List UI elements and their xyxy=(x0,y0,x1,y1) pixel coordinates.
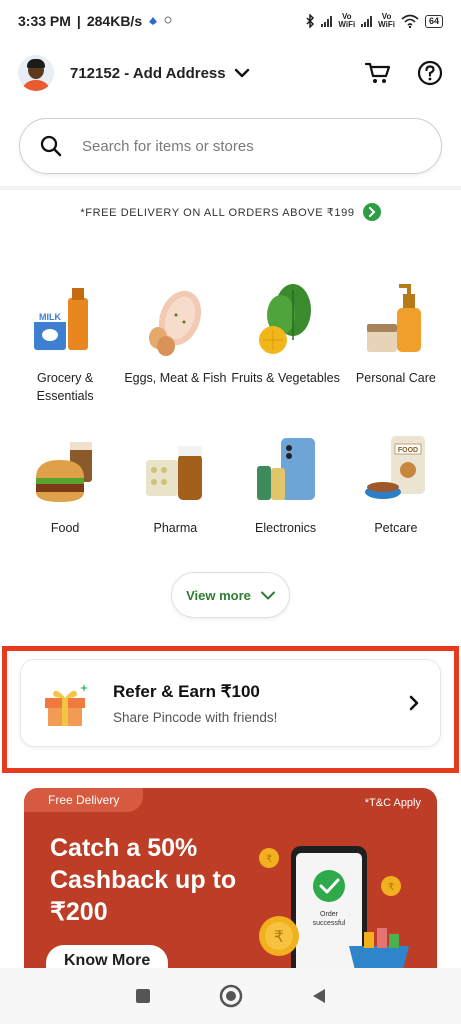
category-electronics[interactable]: Electronics xyxy=(231,425,341,559)
category-label: Grocery & Essentials xyxy=(36,371,94,403)
address-selector[interactable]: 712152 - Add Address xyxy=(70,65,250,82)
personal-care-image xyxy=(354,275,438,365)
status-speed: 284KB/s xyxy=(86,13,143,29)
svg-text:FOOD: FOOD xyxy=(398,447,418,454)
category-pharma[interactable]: Pharma xyxy=(120,425,230,559)
avatar[interactable] xyxy=(18,55,54,91)
category-label: Electronics xyxy=(255,521,317,535)
svg-text:₹: ₹ xyxy=(274,929,284,946)
svg-text:successful: successful xyxy=(313,920,346,927)
grocery-image: MILK xyxy=(23,275,107,365)
divider xyxy=(0,186,461,190)
terms-label: *T&C Apply xyxy=(364,797,421,809)
search-input[interactable] xyxy=(82,137,382,155)
search-bar[interactable] xyxy=(19,118,442,174)
category-grid: MILK Grocery & Essentials Eggs, Meat & F… xyxy=(10,275,451,559)
petcare-image: FOOD xyxy=(354,425,438,515)
notification-icon xyxy=(149,17,158,25)
category-label: Food xyxy=(50,521,80,535)
category-personal-care[interactable]: Personal Care xyxy=(341,275,451,409)
svg-text:₹: ₹ xyxy=(388,882,394,893)
vegetables-image xyxy=(244,275,328,365)
category-food[interactable]: Food xyxy=(10,425,120,559)
refer-earn-card[interactable]: Refer & Earn ₹100 Share Pincode with fri… xyxy=(20,659,441,747)
header: 712152 - Add Address xyxy=(0,48,461,98)
refer-subtitle: Share Pincode with friends! xyxy=(113,709,278,725)
electronics-image xyxy=(244,425,328,515)
pharma-image xyxy=(133,425,217,515)
promo-text: *FREE DELIVERY ON ALL ORDERS ABOVE ₹199 xyxy=(80,206,355,219)
chevron-down-icon xyxy=(234,68,249,78)
free-delivery-promo[interactable]: *FREE DELIVERY ON ALL ORDERS ABOVE ₹199 xyxy=(0,203,461,221)
search-icon xyxy=(40,135,62,157)
home-icon[interactable] xyxy=(219,984,243,1008)
free-delivery-tag: Free Delivery xyxy=(24,788,144,812)
category-label: Eggs, Meat & Fish xyxy=(124,371,227,385)
meat-image xyxy=(133,275,217,365)
category-petcare[interactable]: FOOD Petcare xyxy=(341,425,451,559)
volte-label-2: Vo WiFi xyxy=(378,12,395,29)
food-image xyxy=(23,425,107,515)
category-label: Personal Care xyxy=(355,371,436,385)
arrow-right-icon xyxy=(362,203,381,221)
category-label: Petcare xyxy=(374,521,418,535)
bluetooth-icon xyxy=(306,14,315,28)
address-label: 712152 - Add Address xyxy=(70,64,226,82)
help-icon[interactable] xyxy=(417,60,443,86)
view-more-button[interactable]: View more xyxy=(171,572,290,618)
battery-icon: 64 xyxy=(424,14,443,28)
svg-text:₹: ₹ xyxy=(266,854,272,865)
chevron-right-icon xyxy=(409,695,419,711)
back-icon[interactable] xyxy=(310,987,328,1005)
category-eggs-meat-fish[interactable]: Eggs, Meat & Fish xyxy=(120,275,230,409)
cart-icon[interactable] xyxy=(365,61,391,85)
category-label: Pharma xyxy=(153,521,198,535)
category-grocery[interactable]: MILK Grocery & Essentials xyxy=(10,275,120,409)
chevron-down-icon xyxy=(260,591,275,599)
recent-apps-icon[interactable] xyxy=(134,987,152,1005)
category-label: Fruits & Vegetables xyxy=(231,371,340,385)
status-time: 3:33 PM xyxy=(18,13,71,29)
svg-text:Order: Order xyxy=(320,911,339,918)
signal-icon xyxy=(321,15,333,27)
banner-title: Catch a 50% Cashback up to ₹200 xyxy=(50,834,237,926)
category-fruits-vegetables[interactable]: Fruits & Vegetables xyxy=(231,275,341,409)
view-more-label: View more xyxy=(186,587,251,603)
volte-label: Vo WiFi xyxy=(338,12,356,29)
notification-icon-2 xyxy=(164,16,172,24)
gift-icon xyxy=(45,684,88,726)
signal-icon-2 xyxy=(361,15,373,27)
cashback-banner[interactable]: Free Delivery *T&C Apply Catch a 50% Cas… xyxy=(24,788,437,978)
svg-text:MILK: MILK xyxy=(39,312,61,322)
system-nav-bar xyxy=(0,968,461,1024)
phone-illustration: ₹ ₹ Order successful ₹ xyxy=(259,846,409,978)
refer-title: Refer & Earn ₹100 xyxy=(113,681,260,701)
wifi-icon xyxy=(401,14,419,28)
status-bar: 3:33 PM | 284KB/s Vo WiFi Vo WiFi 64 xyxy=(0,0,461,42)
